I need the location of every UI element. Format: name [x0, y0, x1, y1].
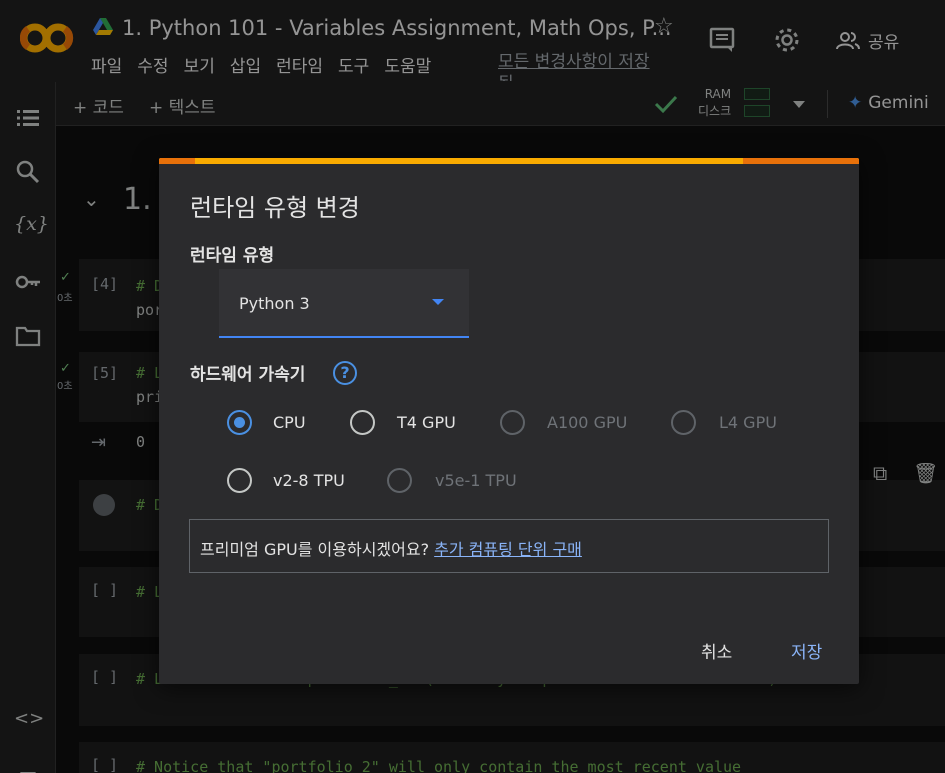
radio-v5e-1-tpu	[387, 468, 412, 493]
option-label-t4-gpu[interactable]: T4 GPU	[397, 413, 456, 432]
option-label-a100-gpu: A100 GPU	[547, 413, 628, 432]
cancel-button[interactable]: 취소	[701, 638, 732, 663]
dialog-title: 런타임 유형 변경	[190, 194, 360, 222]
premium-gpu-promo: 프리미엄 GPU를 이용하시겠어요? 추가 컴퓨팅 단위 구매	[189, 519, 829, 573]
change-runtime-dialog: 런타임 유형 변경 런타임 유형 Python 3 하드웨어 가속기 ? CPU…	[159, 158, 859, 684]
dialog-progress-bar	[159, 158, 859, 164]
dropdown-arrow-icon	[432, 299, 444, 305]
save-button[interactable]: 저장	[791, 638, 822, 663]
option-label-cpu[interactable]: CPU	[273, 413, 306, 432]
radio-l4-gpu	[671, 410, 696, 435]
radio-t4-gpu[interactable]	[350, 410, 375, 435]
runtime-type-label: 런타임 유형	[190, 246, 275, 266]
help-icon[interactable]: ?	[333, 361, 357, 385]
radio-cpu[interactable]	[227, 410, 252, 435]
hardware-accelerator-label: 하드웨어 가속기	[190, 365, 306, 385]
radio-v2-8-tpu[interactable]	[227, 468, 252, 493]
runtime-type-value: Python 3	[239, 294, 310, 313]
radio-a100-gpu	[500, 410, 525, 435]
runtime-type-select[interactable]: Python 3	[219, 269, 469, 338]
option-label-v2-8-tpu[interactable]: v2-8 TPU	[273, 471, 345, 490]
promo-text: 프리미엄 GPU를 이용하시겠어요?	[200, 540, 435, 559]
option-label-v5e-1-tpu: v5e-1 TPU	[435, 471, 517, 490]
buy-compute-units-link[interactable]: 추가 컴퓨팅 단위 구매	[434, 540, 582, 559]
option-label-l4-gpu: L4 GPU	[719, 413, 777, 432]
